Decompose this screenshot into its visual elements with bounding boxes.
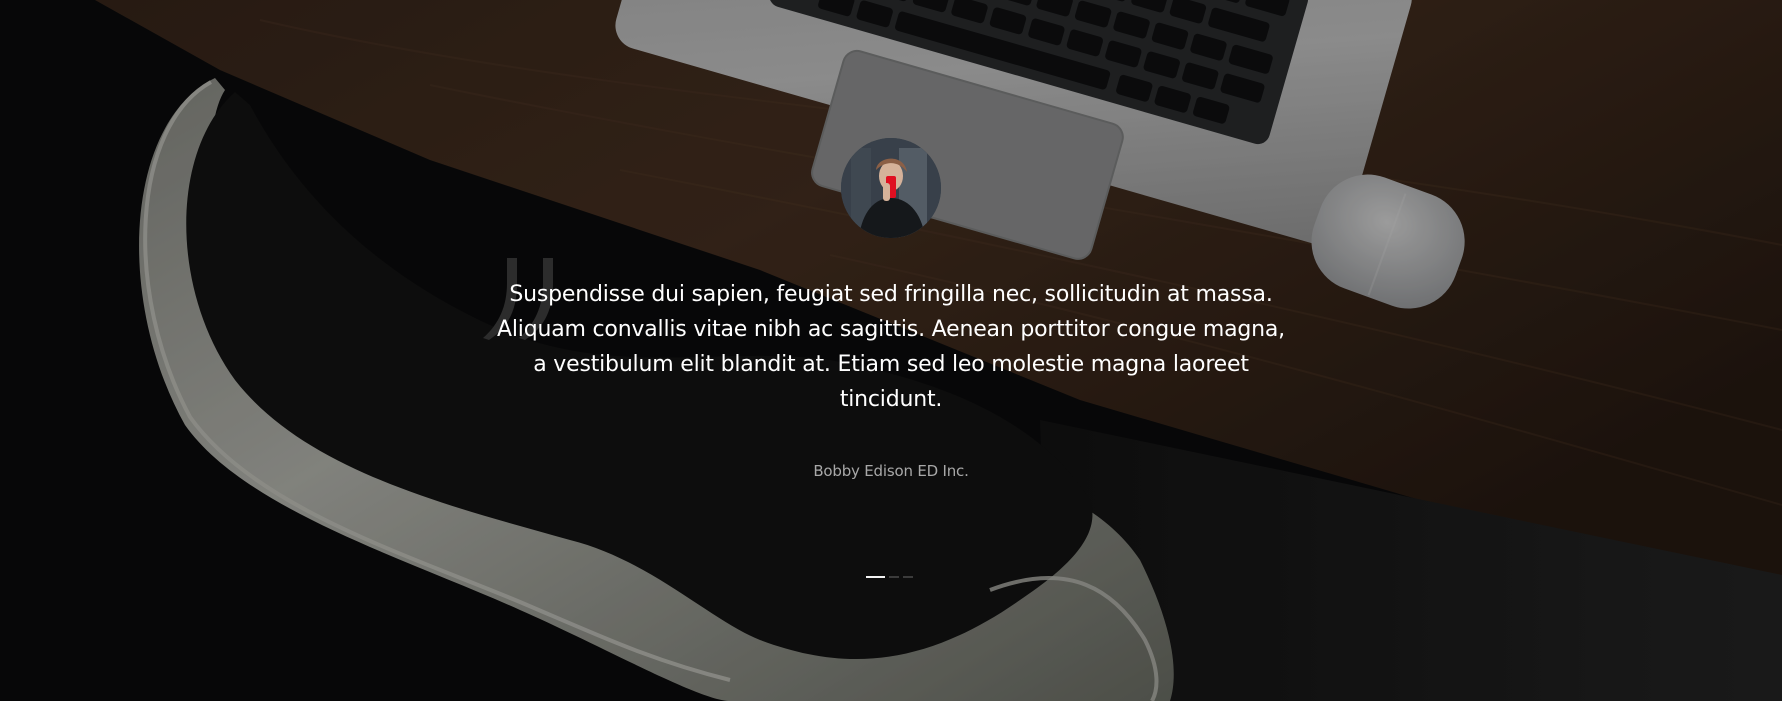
slide-3-indicator[interactable]: [903, 576, 913, 578]
testimonial-section: Suspendisse dui sapien, feugiat sed frin…: [0, 0, 1782, 701]
testimonial-author: Bobby Edison ED Inc.: [813, 462, 969, 480]
slide-indicator: [866, 576, 913, 580]
avatar-photo: [841, 138, 941, 238]
testimonial-quote: Suspendisse dui sapien, feugiat sed frin…: [497, 282, 1285, 412]
slide-2-indicator[interactable]: [889, 576, 899, 578]
person-avatar-icon: [841, 138, 941, 238]
slide-1-indicator[interactable]: [866, 576, 885, 578]
testimonial-content: Suspendisse dui sapien, feugiat sed frin…: [0, 0, 1782, 701]
